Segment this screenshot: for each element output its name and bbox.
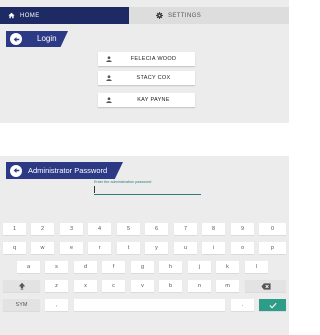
key-q[interactable]: q	[3, 242, 26, 254]
shift-key[interactable]	[3, 280, 40, 292]
backspace-key[interactable]	[245, 280, 286, 292]
password-header: Administrator Password	[6, 162, 123, 179]
key-9[interactable]: 9	[231, 223, 254, 235]
user-button-felecia-wood[interactable]: FELECIA WOOD	[98, 52, 195, 66]
user-name: FELECIA WOOD	[130, 56, 177, 62]
key-a[interactable]: a	[17, 261, 40, 273]
user-name: STACY COX	[136, 75, 171, 81]
key-j[interactable]: j	[188, 261, 211, 273]
key-t[interactable]: t	[117, 242, 140, 254]
key-1[interactable]: 1	[3, 223, 26, 235]
tab-settings[interactable]: SETTINGS	[129, 7, 289, 24]
text-caret	[94, 186, 95, 193]
key-7[interactable]: 7	[174, 223, 197, 235]
tab-settings-label: SETTINGS	[168, 12, 202, 19]
password-screen: Administrator Password Enter the adminis…	[0, 156, 289, 335]
key-w[interactable]: w	[31, 242, 54, 254]
key-g[interactable]: g	[131, 261, 154, 273]
key-r[interactable]: r	[88, 242, 111, 254]
person-icon	[106, 56, 112, 62]
key-f[interactable]: f	[102, 261, 125, 273]
backspace-icon	[260, 282, 271, 290]
key-e[interactable]: e	[60, 242, 83, 254]
shift-icon	[18, 282, 25, 290]
key-x[interactable]: x	[74, 280, 97, 292]
key-3[interactable]: 3	[60, 223, 83, 235]
space-key[interactable]	[74, 299, 225, 311]
back-button[interactable]	[10, 33, 22, 45]
key-p[interactable]: p	[259, 242, 286, 254]
key-b[interactable]: b	[159, 280, 182, 292]
checkmark-icon	[268, 302, 277, 309]
tab-home[interactable]: HOME	[0, 7, 129, 24]
key-4[interactable]: 4	[88, 223, 111, 235]
key-m[interactable]: m	[216, 280, 239, 292]
key-v[interactable]: v	[131, 280, 154, 292]
page-title: Administrator Password	[28, 166, 108, 175]
enter-key[interactable]	[259, 299, 286, 311]
password-prompt: Enter the administration password	[94, 180, 152, 184]
key-s[interactable]: s	[45, 261, 68, 273]
person-icon	[106, 75, 112, 81]
key-y[interactable]: y	[145, 242, 168, 254]
key-z[interactable]: z	[45, 280, 68, 292]
user-name: KAY PAYNE	[137, 97, 170, 103]
sym-key[interactable]: SYM	[3, 299, 40, 311]
key-6[interactable]: 6	[145, 223, 168, 235]
tab-home-label: HOME	[20, 12, 40, 19]
key-k[interactable]: k	[216, 261, 239, 273]
key-period[interactable]: .	[231, 299, 254, 311]
key-8[interactable]: 8	[202, 223, 225, 235]
password-input[interactable]	[94, 186, 201, 195]
login-screen: HOME SETTINGS Login FELECIA WOOD STACY C…	[0, 0, 289, 123]
key-2[interactable]: 2	[31, 223, 54, 235]
login-header: Login	[6, 31, 68, 47]
arrow-left-icon	[13, 36, 19, 42]
key-h[interactable]: h	[159, 261, 182, 273]
key-l[interactable]: l	[245, 261, 268, 273]
user-button-kay-payne[interactable]: KAY PAYNE	[98, 93, 195, 107]
gear-icon	[156, 12, 163, 19]
key-5[interactable]: 5	[117, 223, 140, 235]
key-comma[interactable]: ,	[45, 299, 68, 311]
user-button-stacy-cox[interactable]: STACY COX	[98, 71, 195, 85]
key-c[interactable]: c	[102, 280, 125, 292]
key-0[interactable]: 0	[259, 223, 286, 235]
key-n[interactable]: n	[188, 280, 211, 292]
key-u[interactable]: u	[174, 242, 197, 254]
arrow-left-icon	[13, 168, 19, 173]
home-icon	[8, 12, 15, 19]
key-d[interactable]: d	[74, 261, 97, 273]
back-button[interactable]	[10, 164, 22, 177]
person-icon	[106, 97, 112, 103]
key-i[interactable]: i	[202, 242, 225, 254]
page-title: Login	[37, 34, 57, 43]
key-o[interactable]: o	[231, 242, 254, 254]
